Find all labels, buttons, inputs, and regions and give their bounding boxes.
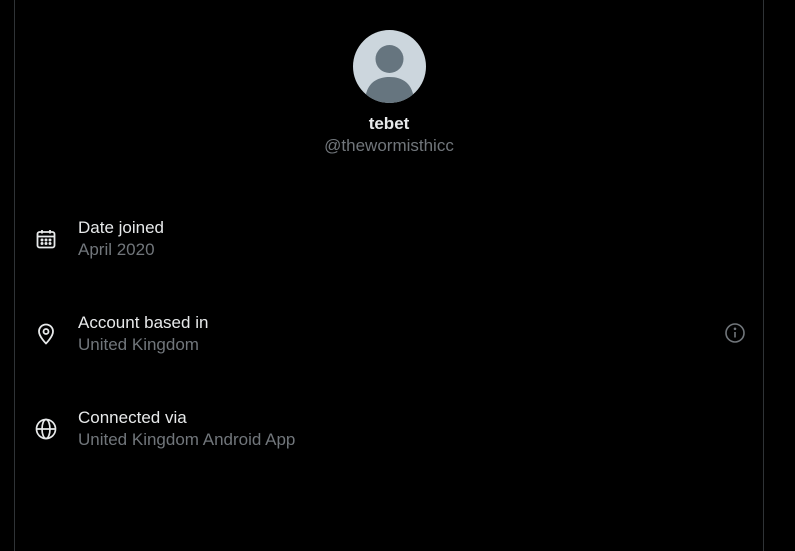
default-avatar-icon: [364, 45, 414, 103]
date-joined-label: Date joined: [78, 218, 165, 237]
connected-via-label: Connected via: [78, 408, 187, 427]
account-based-in-value: United Kingdom: [78, 335, 199, 354]
date-joined-row: Date joined April 2020: [15, 217, 763, 267]
connected-via-row: Connected via United Kingdom Android App: [15, 407, 763, 457]
display-name: tebet: [368, 114, 410, 133]
about-account-panel: tebet @thewormisthicc Date joined April …: [14, 0, 764, 551]
location-pin-icon: [34, 322, 58, 346]
date-joined-value: April 2020: [78, 240, 155, 259]
info-icon[interactable]: [724, 322, 746, 344]
user-handle: @thewormisthicc: [324, 136, 454, 155]
avatar[interactable]: [352, 30, 426, 103]
globe-icon: [34, 417, 58, 441]
connected-via-value: United Kingdom Android App: [78, 430, 296, 449]
profile-header: tebet @thewormisthicc: [15, 30, 763, 156]
calendar-icon: [34, 227, 58, 251]
account-based-in-label: Account based in: [78, 313, 209, 332]
account-based-in-row: Account based in United Kingdom: [15, 312, 763, 362]
